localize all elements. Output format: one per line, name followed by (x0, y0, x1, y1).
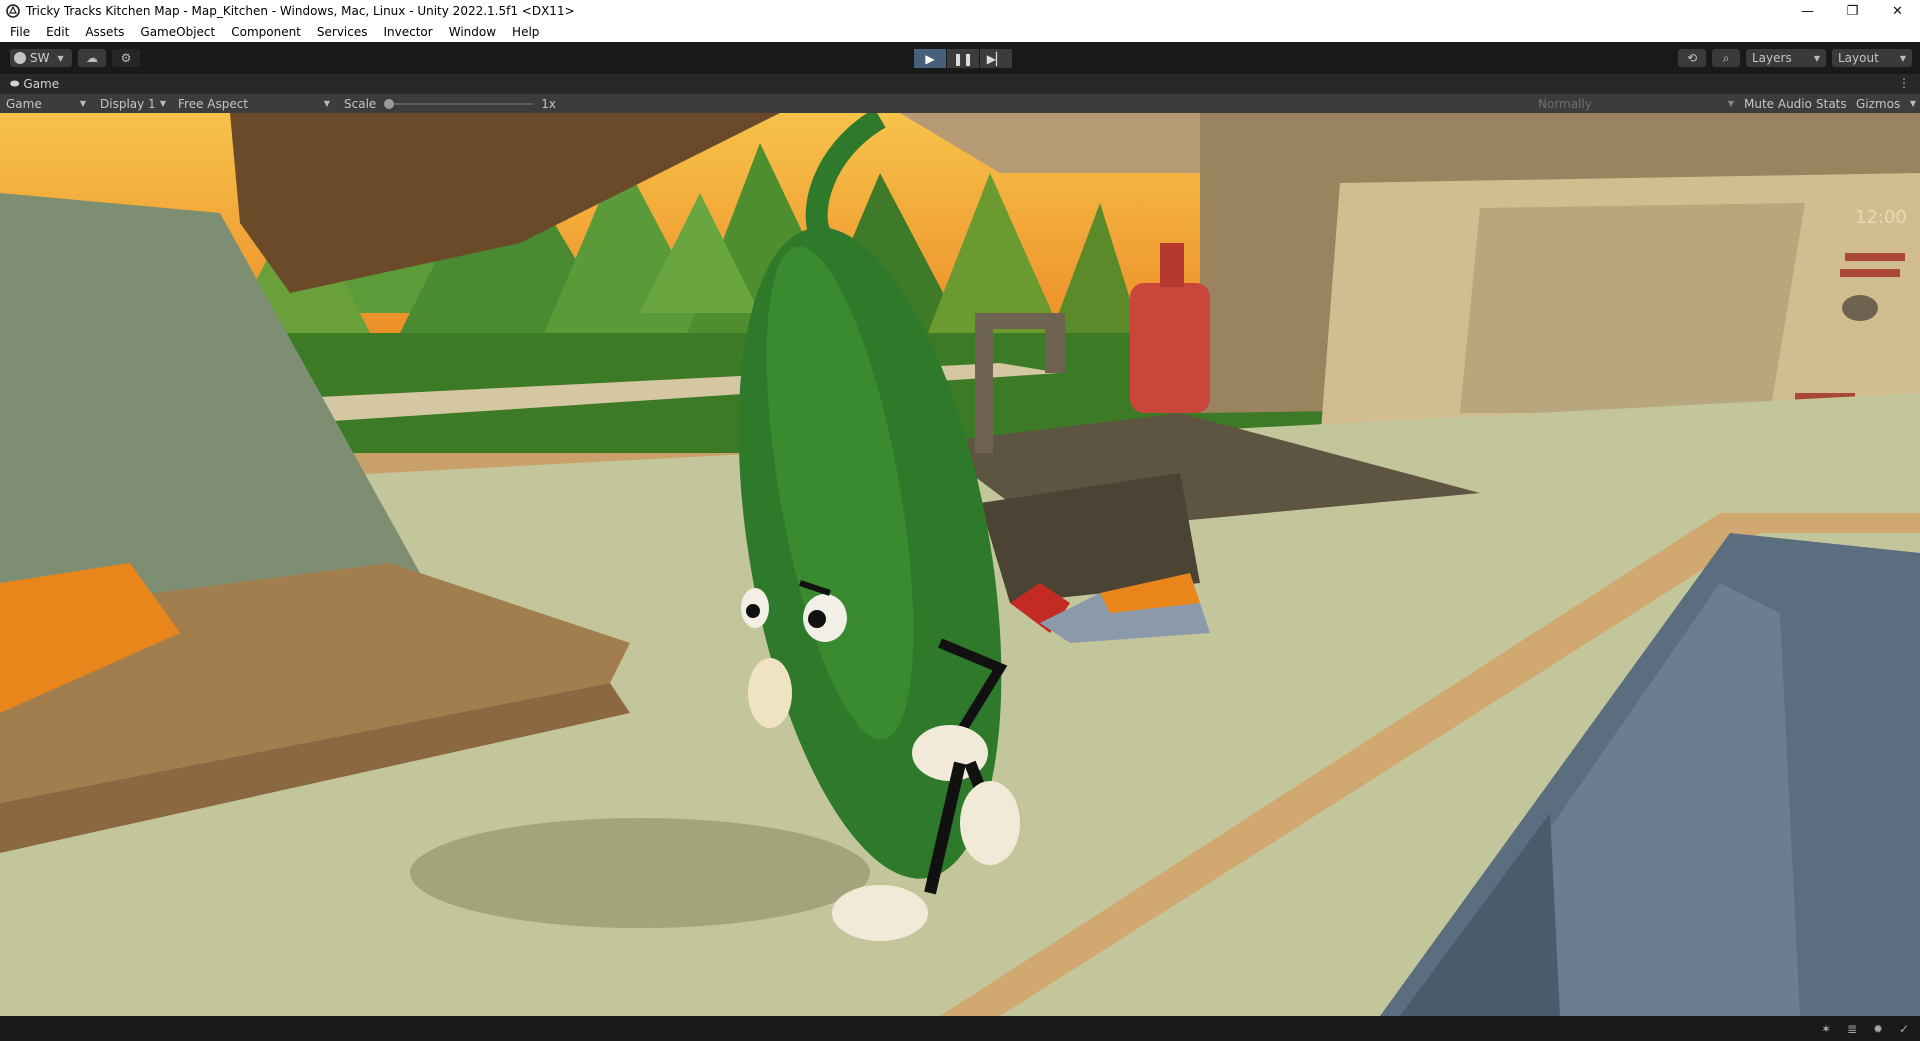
gizmos-dropdown[interactable]: Gizmos ▼ (1856, 94, 1918, 113)
tab-game[interactable]: ⬬ Game (0, 77, 59, 91)
play-mode-label: Normally (1538, 96, 1592, 111)
minimize-icon[interactable]: — (1785, 0, 1830, 22)
step-button[interactable]: ▶▏ (980, 49, 1012, 68)
wifi-icon[interactable]: ✹ (1870, 1021, 1886, 1037)
layout-label: Layout (1838, 51, 1879, 65)
chevron-down-icon: ▼ (57, 53, 64, 63)
restore-icon[interactable]: ❐ (1830, 0, 1875, 22)
play-mode-dropdown[interactable]: Normally ▼ (1538, 94, 1738, 113)
display-label: Display 1 (100, 96, 156, 111)
unity-logo-icon (6, 4, 20, 18)
play-button[interactable]: ▶ (914, 49, 946, 68)
pause-button[interactable]: ❚❚ (947, 49, 979, 68)
check-circle-icon[interactable]: ✓ (1896, 1021, 1912, 1037)
more-options-icon[interactable]: ⋮ (1898, 76, 1910, 90)
tab-game-label: Game (23, 77, 60, 91)
game-mode-label: Game (6, 96, 42, 111)
search-icon[interactable]: ⌕ (1712, 49, 1740, 67)
chevron-down-icon: ▼ (1813, 53, 1820, 63)
menu-invector[interactable]: Invector (376, 25, 441, 39)
account-label: SW (30, 51, 50, 65)
menu-gameobject[interactable]: GameObject (132, 25, 223, 39)
stats-label: Stats (1816, 96, 1847, 111)
bug-icon[interactable]: ✶ (1818, 1021, 1834, 1037)
character-shadow (410, 818, 870, 928)
mute-audio-label: Mute Audio (1744, 96, 1812, 111)
gamepad-icon: ⬬ (10, 77, 20, 90)
chevron-down-icon: ▼ (79, 99, 86, 108)
display-dropdown[interactable]: Display 1 ▼ (92, 94, 172, 113)
scale-slider[interactable]: Scale 1x (344, 94, 556, 113)
layers-dropdown[interactable]: Layers ▼ (1746, 49, 1826, 67)
main-toolbar: SW ▼ ☁ ⚙ ▶ ❚❚ ▶▏ ⟲ ⌕ Layers ▼ Layout ▼ (0, 42, 1920, 74)
play-controls: ▶ ❚❚ ▶▏ (914, 49, 1012, 68)
game-viewport[interactable]: 12:00 (0, 113, 1920, 1016)
menu-bar: File Edit Assets GameObject Component Se… (0, 22, 1920, 42)
layers-label: Layers (1752, 51, 1792, 65)
account-dropdown[interactable]: SW ▼ (10, 49, 72, 67)
chevron-down-icon: ▼ (1727, 99, 1734, 108)
stack-icon[interactable]: ≣ (1844, 1021, 1860, 1037)
menu-help[interactable]: Help (504, 25, 547, 39)
aspect-label: Free Aspect (178, 96, 249, 111)
scale-knob[interactable] (384, 98, 395, 109)
microwave-clock: 12:00 (1855, 207, 1907, 228)
close-icon[interactable]: ✕ (1875, 0, 1920, 22)
menu-component[interactable]: Component (223, 25, 309, 39)
gizmos-label: Gizmos (1856, 96, 1901, 111)
layout-dropdown[interactable]: Layout ▼ (1832, 49, 1912, 67)
stats-toggle[interactable]: Stats (1816, 94, 1847, 113)
history-icon[interactable]: ⟲ (1678, 49, 1706, 67)
chevron-down-icon: ▼ (1899, 53, 1906, 63)
collab-icon[interactable]: ⚙ (112, 49, 140, 67)
menu-window[interactable]: Window (441, 25, 504, 39)
chevron-down-icon: ▼ (1909, 99, 1916, 108)
game-tab-bar: ⬬ Game ⋮ (0, 74, 1920, 94)
status-bar: ✶ ≣ ✹ ✓ (0, 1016, 1920, 1041)
mute-audio-toggle[interactable]: Mute Audio (1744, 94, 1812, 113)
cloud-icon[interactable]: ☁ (78, 49, 106, 67)
menu-edit[interactable]: Edit (38, 25, 77, 39)
chevron-down-icon: ▼ (159, 99, 166, 108)
game-scene: 12:00 (0, 113, 1920, 1016)
aspect-dropdown[interactable]: Free Aspect ▼ (172, 94, 336, 113)
scale-label: Scale (344, 96, 377, 111)
window-titlebar: Tricky Tracks Kitchen Map - Map_Kitchen … (0, 0, 1920, 22)
menu-services[interactable]: Services (309, 25, 376, 39)
account-icon (14, 52, 26, 64)
game-view-toolbar: Game ▼ Display 1 ▼ Free Aspect ▼ Scale 1… (0, 94, 1920, 113)
game-mode-dropdown[interactable]: Game ▼ (0, 94, 92, 113)
scale-value: 1x (541, 96, 557, 111)
chevron-down-icon: ▼ (323, 99, 330, 108)
menu-assets[interactable]: Assets (77, 25, 132, 39)
scale-track[interactable] (384, 98, 534, 109)
window-title: Tricky Tracks Kitchen Map - Map_Kitchen … (26, 4, 575, 18)
menu-file[interactable]: File (2, 25, 38, 39)
